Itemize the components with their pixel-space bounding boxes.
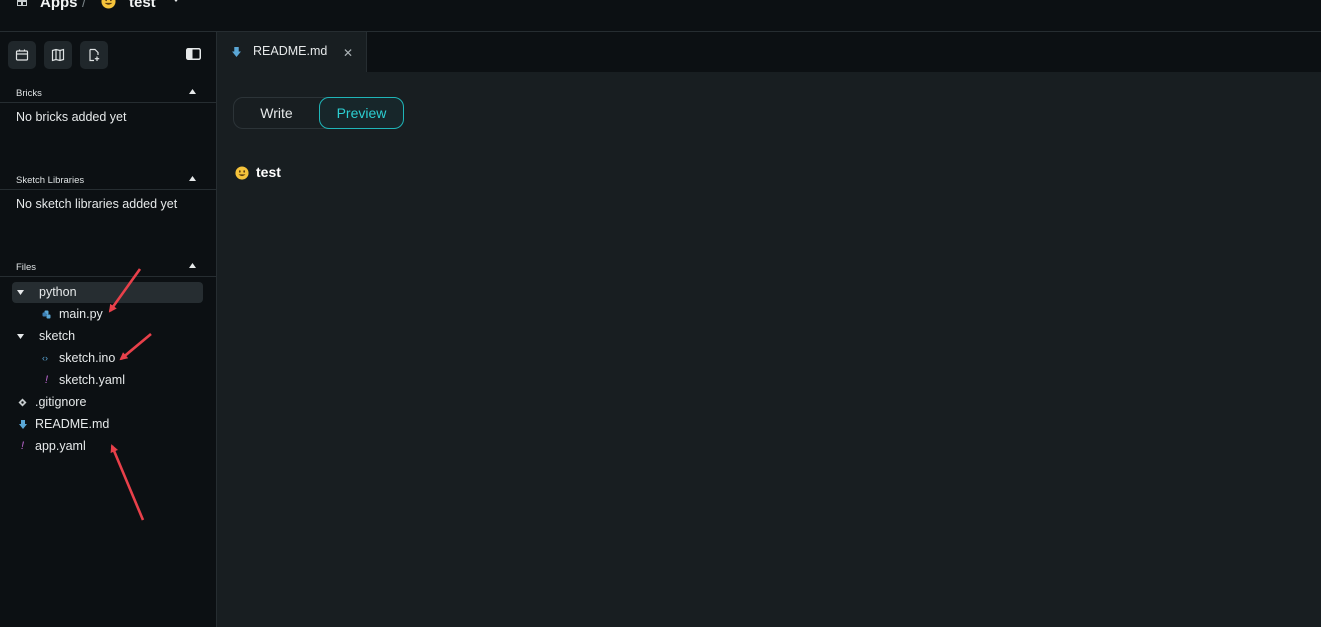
- sidebar: Bricks No bricks added yet Sketch Librar…: [0, 32, 217, 627]
- breadcrumb-app-name[interactable]: test: [129, 0, 156, 11]
- git-file-icon: [18, 398, 27, 407]
- bricks-empty-text: No bricks added yet: [16, 110, 127, 124]
- preview-mode-button[interactable]: Preview: [319, 97, 404, 129]
- collapse-icon[interactable]: [189, 176, 196, 181]
- files-section-header[interactable]: Files: [0, 257, 216, 277]
- tree-item-label: README.md: [35, 417, 110, 431]
- bricks-section-title: Bricks: [16, 88, 42, 99]
- tree-file-app-yaml[interactable]: ! app.yaml: [12, 436, 203, 457]
- tree-file-sketch-yaml[interactable]: ! sketch.yaml: [12, 370, 203, 391]
- tree-item-label: main.py: [59, 307, 103, 321]
- readme-emoji-icon: [235, 166, 249, 180]
- library-icon: [51, 48, 65, 62]
- tree-item-label: sketch: [39, 329, 76, 343]
- chevron-down-icon[interactable]: [172, 0, 180, 3]
- editor-mode-toggle: Write Preview: [233, 97, 404, 129]
- markdown-file-icon: [19, 420, 27, 429]
- add-brick-button[interactable]: [8, 41, 36, 69]
- tree-item-label: python: [39, 285, 77, 299]
- tree-file-sketch-ino[interactable]: ‹› sketch.ino: [12, 348, 203, 369]
- editor-tab-bar: README.md ✕: [217, 32, 1321, 72]
- tree-item-label: sketch.ino: [59, 351, 116, 365]
- tree-item-label: .gitignore: [35, 395, 87, 409]
- markdown-icon: [232, 47, 241, 57]
- libraries-empty-text: No sketch libraries added yet: [16, 197, 178, 211]
- python-file-icon: [42, 310, 51, 319]
- tree-file-gitignore[interactable]: .gitignore: [12, 392, 203, 413]
- toggle-sidebar-icon[interactable]: [186, 48, 201, 60]
- tab-label: README.md: [253, 44, 328, 58]
- new-file-button[interactable]: [80, 41, 108, 69]
- tree-item-label: sketch.yaml: [59, 373, 125, 387]
- tree-file-main-py[interactable]: main.py: [12, 304, 203, 325]
- close-icon[interactable]: ✕: [343, 46, 353, 60]
- yaml-file-icon: !: [21, 440, 25, 452]
- chevron-down-icon[interactable]: [17, 334, 24, 339]
- collapse-icon[interactable]: [189, 263, 196, 268]
- top-bar: Apps / test: [0, 0, 1321, 32]
- breadcrumb-separator: /: [82, 0, 86, 10]
- write-mode-button[interactable]: Write: [234, 98, 319, 128]
- libraries-section-header[interactable]: Sketch Libraries: [0, 170, 216, 190]
- arduino-file-icon: ‹›: [42, 353, 48, 363]
- tree-file-readme[interactable]: README.md: [12, 414, 203, 435]
- files-section-title: Files: [16, 262, 37, 273]
- breadcrumb-apps-link[interactable]: Apps: [40, 0, 78, 11]
- chevron-down-icon[interactable]: [17, 290, 24, 295]
- add-brick-icon: [15, 49, 29, 61]
- add-library-button[interactable]: [44, 41, 72, 69]
- tree-folder-sketch[interactable]: sketch: [12, 326, 203, 347]
- tree-item-label: app.yaml: [35, 439, 86, 453]
- apps-grid-icon: [17, 0, 27, 6]
- bricks-section-header[interactable]: Bricks: [0, 83, 216, 103]
- app-emoji-icon: [101, 0, 116, 9]
- tab-readme[interactable]: README.md ✕: [217, 32, 367, 72]
- libraries-section-title: Sketch Libraries: [16, 175, 85, 186]
- new-file-icon: [89, 48, 100, 62]
- preview-heading: test: [256, 164, 281, 180]
- tree-folder-python[interactable]: python: [12, 282, 203, 303]
- yaml-file-icon: !: [45, 374, 49, 386]
- collapse-icon[interactable]: [189, 89, 196, 94]
